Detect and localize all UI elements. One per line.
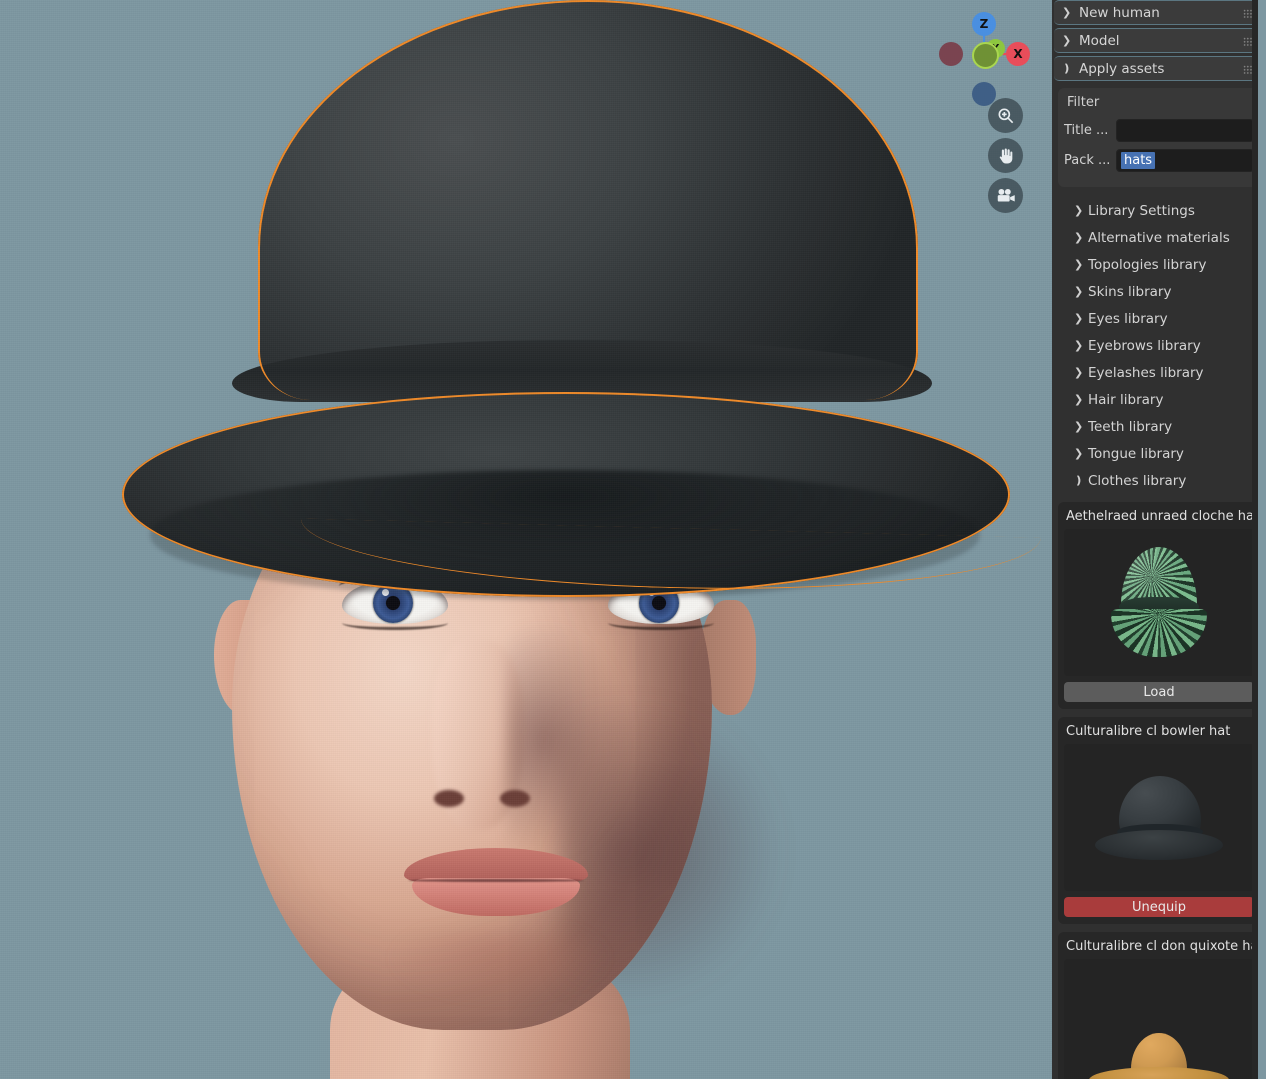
chevron-down-icon: ❫ — [1062, 62, 1072, 75]
library-list: ❯ Library Settings ❯ Alternative materia… — [1052, 197, 1266, 494]
pack-filter-input[interactable]: hats — [1116, 149, 1254, 172]
library-label: Topologies library — [1088, 256, 1207, 273]
library-label: Tongue library — [1088, 445, 1184, 462]
viewport-3d[interactable]: Z X Y — [0, 0, 1052, 1079]
library-label: Eyelashes library — [1088, 364, 1204, 381]
accordion-apply-assets[interactable]: ❫ Apply assets — [1054, 56, 1264, 81]
lips — [404, 848, 588, 918]
library-label: Eyebrows library — [1088, 337, 1201, 354]
viewport-nav-buttons — [988, 98, 1028, 218]
library-label: Eyes library — [1088, 310, 1168, 327]
chevron-right-icon: ❯ — [1074, 204, 1084, 217]
chevron-right-icon: ❯ — [1062, 6, 1072, 19]
library-row-hair[interactable]: ❯ Hair library — [1052, 386, 1266, 413]
accordion-new-human[interactable]: ❯ New human — [1054, 0, 1264, 25]
library-row-clothes[interactable]: ❫ Clothes library — [1052, 467, 1266, 494]
accordion-label: Model — [1079, 32, 1120, 49]
pack-filter-value: hats — [1121, 152, 1156, 169]
asset-title: Aethelraed unraed cloche hat — [1066, 509, 1260, 524]
tan-wide-brim-hat-icon — [1089, 1033, 1229, 1079]
library-row-eyebrows[interactable]: ❯ Eyebrows library — [1052, 332, 1266, 359]
chevron-right-icon: ❯ — [1074, 420, 1084, 433]
chevron-right-icon: ❯ — [1062, 34, 1072, 47]
chevron-right-icon: ❯ — [1074, 339, 1084, 352]
chevron-right-icon: ❯ — [1074, 285, 1084, 298]
filter-pack-row: Pack ... hats — [1064, 149, 1254, 172]
chevron-right-icon: ❯ — [1074, 258, 1084, 271]
library-row-tongue[interactable]: ❯ Tongue library — [1052, 440, 1266, 467]
zoom-icon[interactable] — [988, 98, 1023, 133]
library-label: Alternative materials — [1088, 229, 1230, 246]
asset-card-don-quixote-hat: Culturalibre cl don quixote hat — [1058, 932, 1264, 1079]
chevron-right-icon: ❯ — [1074, 393, 1084, 406]
properties-panel: ❯ New human ❯ Model ❫ Apply assets Filte… — [1052, 0, 1266, 1079]
chin-shadow — [390, 930, 610, 1000]
filter-title-row: Title ... — [1064, 119, 1254, 142]
asset-thumbnail[interactable] — [1064, 744, 1254, 891]
accordion-label: New human — [1079, 4, 1160, 21]
green-camo-cloche-hat-icon — [1111, 547, 1207, 657]
asset-title: Culturalibre cl don quixote hat — [1066, 939, 1264, 954]
asset-title: Culturalibre cl bowler hat — [1066, 724, 1231, 739]
library-row-eyes[interactable]: ❯ Eyes library — [1052, 305, 1266, 332]
library-row-teeth[interactable]: ❯ Teeth library — [1052, 413, 1266, 440]
asset-card-bowler-hat: Culturalibre cl bowler hat Unequip — [1058, 717, 1260, 924]
unequip-button[interactable]: Unequip — [1064, 897, 1254, 917]
application-window: Z X Y — [0, 0, 1266, 1079]
filter-title: Filter — [1067, 95, 1100, 110]
library-row-eyelashes[interactable]: ❯ Eyelashes library — [1052, 359, 1266, 386]
filter-box: Filter Title ... Pack ... hats — [1058, 88, 1260, 187]
chevron-right-icon: ❯ — [1074, 366, 1084, 379]
accordion-model[interactable]: ❯ Model — [1054, 28, 1264, 53]
chevron-down-icon: ❫ — [1074, 474, 1084, 487]
nose-shadow — [505, 620, 635, 860]
library-label: Clothes library — [1088, 472, 1187, 489]
selection-outline-crown — [258, 0, 918, 400]
gizmo-axis-x[interactable]: X — [1006, 42, 1030, 66]
gizmo-axis-y-negative[interactable] — [972, 42, 999, 69]
library-label: Skins library — [1088, 283, 1172, 300]
library-row-library-settings[interactable]: ❯ Library Settings — [1052, 197, 1266, 224]
character-render[interactable] — [0, 0, 1052, 1079]
chevron-right-icon: ❯ — [1074, 447, 1084, 460]
mouth-line — [408, 879, 584, 882]
upper-lip — [404, 848, 588, 882]
library-row-skins[interactable]: ❯ Skins library — [1052, 278, 1266, 305]
eyelash-lower-left — [342, 616, 448, 630]
camera-icon[interactable] — [988, 178, 1023, 213]
title-filter-input[interactable] — [1116, 119, 1254, 142]
lower-lip — [412, 878, 580, 916]
library-label: Hair library — [1088, 391, 1164, 408]
nostril-right — [500, 790, 530, 807]
nostril-left — [434, 790, 464, 807]
navigation-gizmo[interactable]: Z X Y — [936, 6, 1032, 106]
library-row-alternative-materials[interactable]: ❯ Alternative materials — [1052, 224, 1266, 251]
accordion-label: Apply assets — [1079, 60, 1165, 77]
asset-card-cloche-hat: Aethelraed unraed cloche hat Load — [1058, 502, 1260, 709]
library-label: Teeth library — [1088, 418, 1173, 435]
gizmo-axis-x-negative[interactable] — [939, 42, 963, 66]
chevron-right-icon: ❯ — [1074, 312, 1084, 325]
hand-icon[interactable] — [988, 138, 1023, 173]
load-button[interactable]: Load — [1064, 682, 1254, 702]
gizmo-axis-z[interactable]: Z — [972, 12, 996, 36]
panel-scrollbar[interactable] — [1258, 0, 1266, 1079]
asset-thumbnail[interactable] — [1064, 959, 1254, 1079]
asset-thumbnail[interactable] — [1064, 529, 1254, 676]
library-row-topologies[interactable]: ❯ Topologies library — [1052, 251, 1266, 278]
pack-field-label: Pack ... — [1064, 153, 1111, 168]
chevron-right-icon: ❯ — [1074, 231, 1084, 244]
title-field-label: Title ... — [1064, 123, 1109, 138]
black-bowler-hat-icon — [1095, 776, 1223, 862]
library-label: Library Settings — [1088, 202, 1195, 219]
